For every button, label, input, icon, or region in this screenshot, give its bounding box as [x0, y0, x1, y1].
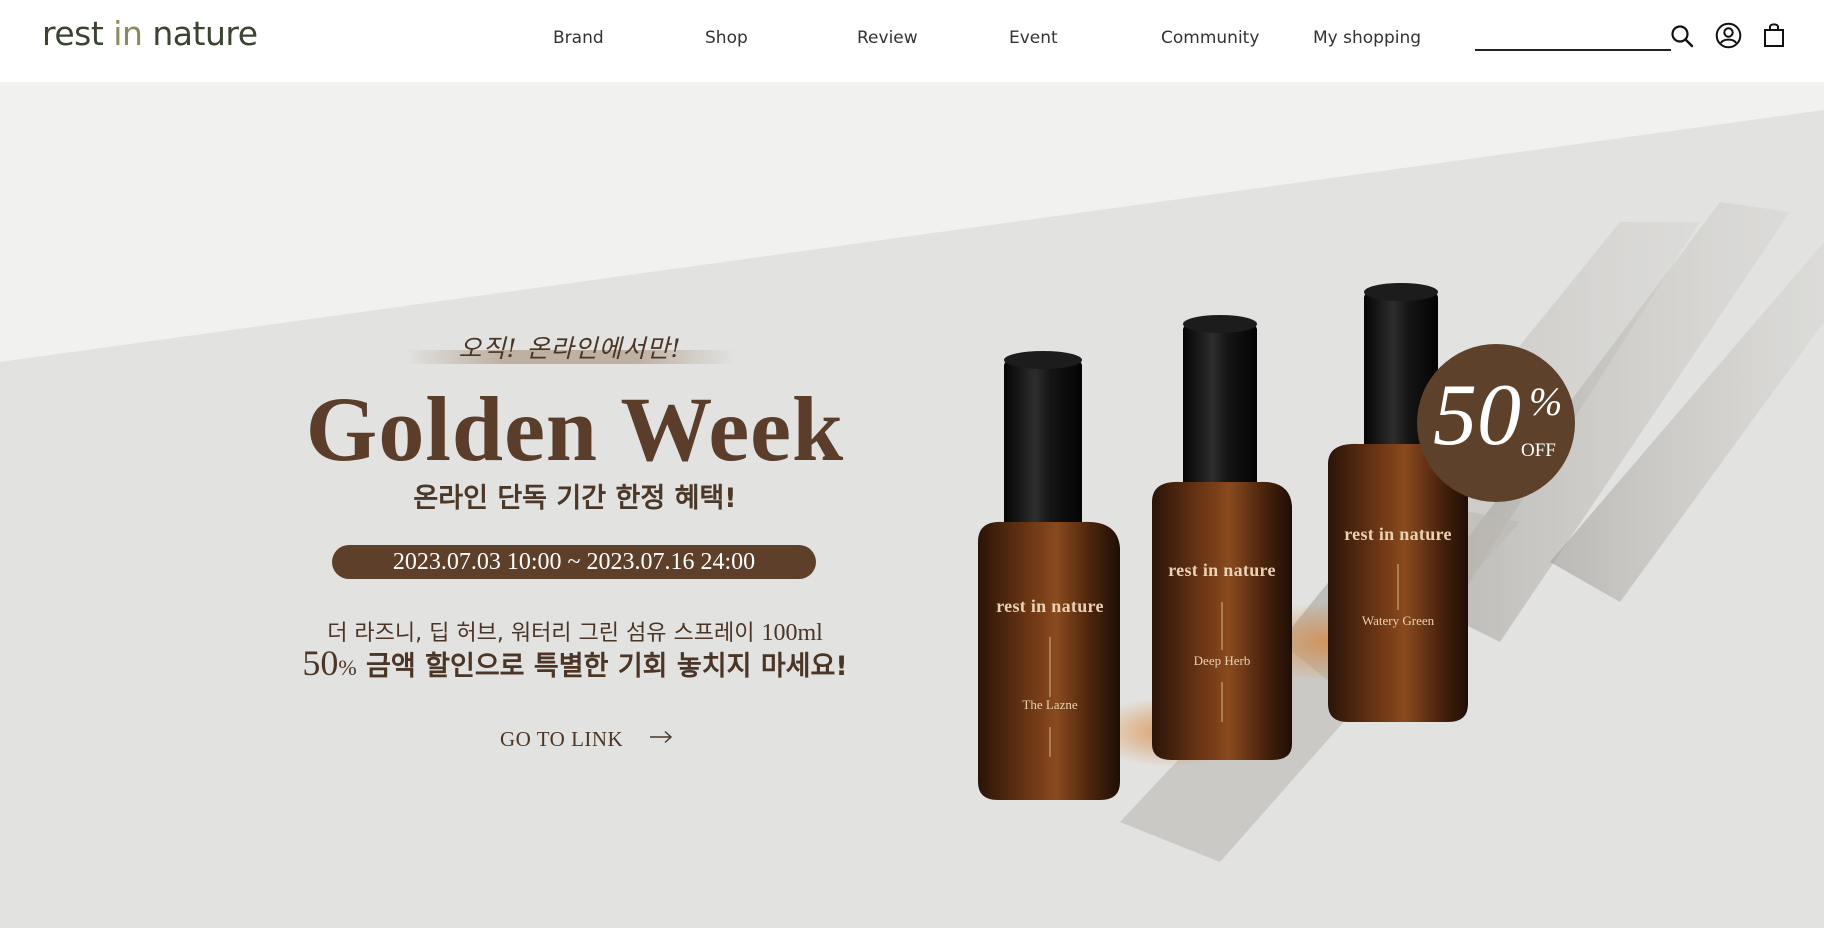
search-input[interactable] [1475, 20, 1671, 49]
promo-date-range: 2023.07.03 10:00 ~ 2023.07.16 24:00 [332, 545, 816, 579]
shopping-bag-icon[interactable] [1763, 22, 1785, 48]
go-to-link-button[interactable]: GO TO LINK [500, 724, 673, 754]
badge-percent: % [1529, 379, 1563, 424]
brand-logo[interactable]: rest in nature [42, 14, 258, 53]
product-scent-name: Watery Green [1361, 613, 1435, 628]
arrow-right-icon [649, 730, 673, 749]
badge-off: OFF [1521, 440, 1556, 461]
promo-description-line2: 50% 금액 할인으로 특별한 기회 놓치지 마세요! [250, 642, 900, 684]
product-label-lazne: rest in nature The Lazne [980, 596, 1120, 713]
logo-text-rest: rest [42, 14, 114, 53]
nav-item-brand[interactable]: Brand [553, 28, 604, 48]
search-icon[interactable] [1670, 24, 1694, 48]
cta-label: GO TO LINK [500, 726, 624, 751]
tagline-text: 오직! 온라인에서만! [458, 334, 682, 363]
desc2-number: 50 [302, 643, 339, 683]
product-label-deep-herb: rest in nature Deep Herb [1152, 560, 1292, 669]
product-brand: rest in nature [1168, 560, 1276, 580]
desc2-text: 금액 할인으로 특별한 기회 놓치지 마세요! [356, 651, 848, 682]
nav-item-review[interactable]: Review [857, 28, 918, 48]
user-icon[interactable] [1715, 22, 1742, 49]
site-header: rest in nature Brand Shop Review Event C… [0, 0, 1824, 82]
promo-tagline: 오직! 온라인에서만! [405, 328, 735, 370]
promo-subtitle: 온라인 단독 기간 한정 혜택! [413, 483, 737, 514]
nav-item-event[interactable]: Event [1009, 28, 1058, 48]
nav-item-shop[interactable]: Shop [705, 28, 748, 48]
desc2-percent: % [338, 655, 357, 680]
badge-number: 50 [1433, 367, 1521, 464]
nav-item-community[interactable]: Community [1161, 28, 1259, 48]
hero-banner: rest in nature The Lazne rest in nature … [0, 82, 1824, 928]
search-underline [1475, 49, 1671, 51]
promo-title: Golden Week [305, 378, 845, 480]
product-scent-name: Deep Herb [1193, 653, 1251, 668]
logo-text-in: in [113, 14, 143, 53]
product-scent-name: The Lazne [1022, 697, 1078, 712]
product-brand: rest in nature [1344, 524, 1452, 544]
logo-text-nature: nature [142, 14, 258, 53]
product-label-watery-green: rest in nature Watery Green [1328, 524, 1468, 629]
nav-item-my-shopping[interactable]: My shopping [1313, 28, 1421, 48]
product-brand: rest in nature [996, 596, 1104, 616]
discount-badge: 50 % OFF [1417, 344, 1575, 502]
